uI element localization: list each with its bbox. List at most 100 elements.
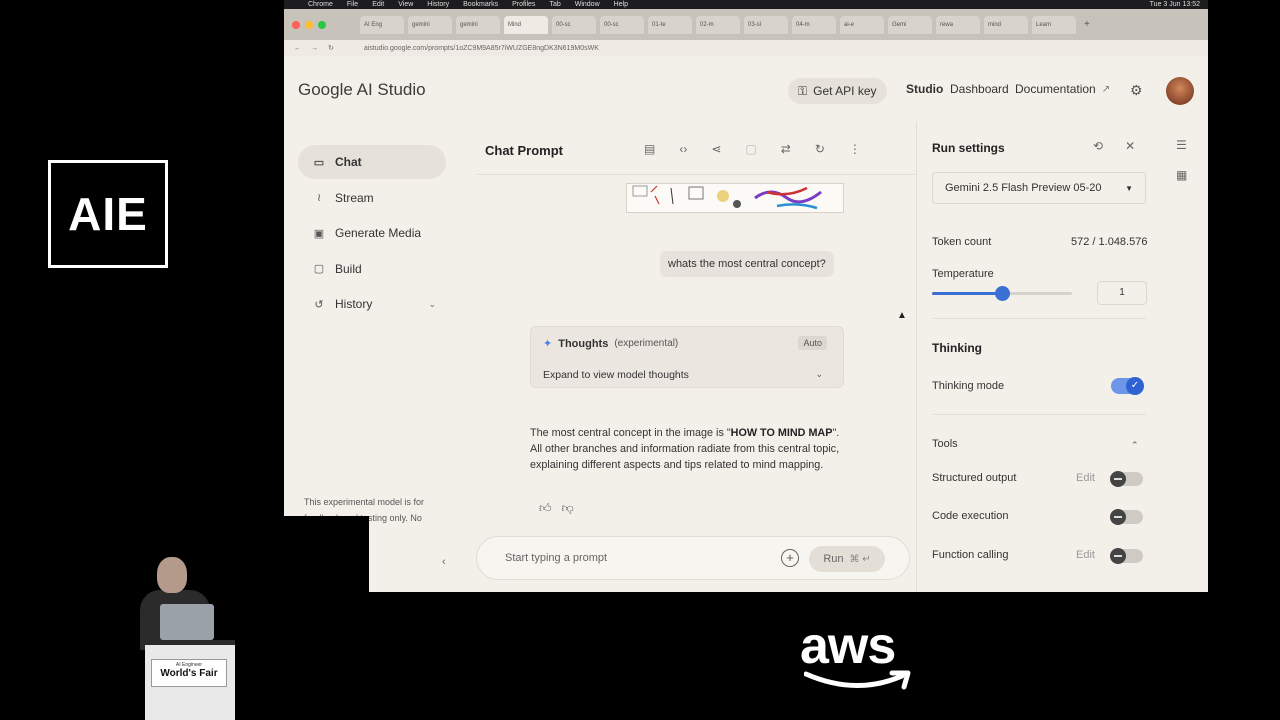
menu-tab[interactable]: Tab bbox=[549, 1, 560, 8]
run-shortcut: ⌘ ↵ bbox=[849, 553, 871, 565]
minimize-window-button[interactable] bbox=[305, 20, 313, 29]
nav-dashboard[interactable]: Dashboard bbox=[950, 82, 1009, 96]
menu-profiles[interactable]: Profiles bbox=[512, 1, 535, 8]
address-bar: ← → ↻ aistudio.google.com/prompts/1oZC9M… bbox=[284, 40, 1208, 56]
aws-logo-text: aws bbox=[800, 617, 896, 675]
chevron-up-icon[interactable]: ⌃ bbox=[1131, 440, 1139, 451]
browser-tab[interactable]: 03-sl bbox=[744, 15, 788, 34]
tools-header[interactable]: Tools bbox=[932, 438, 958, 450]
browser-tab[interactable]: 01-te bbox=[648, 15, 692, 34]
prompt-input[interactable]: Start typing a prompt bbox=[505, 552, 607, 564]
structured-output-edit-button[interactable]: Edit bbox=[1076, 472, 1095, 484]
reset-icon[interactable]: ⟲ bbox=[1093, 139, 1103, 153]
settings-header-icons: ⟲ ✕ bbox=[1093, 139, 1135, 153]
browser-tab[interactable]: 02-m bbox=[696, 15, 740, 34]
run-label: Run bbox=[823, 553, 844, 565]
get-api-key-button[interactable]: ⚿ Get API key bbox=[788, 78, 887, 104]
window-controls bbox=[292, 20, 326, 29]
external-link-icon: ↗ bbox=[1101, 83, 1111, 95]
reload-icon[interactable]: ↻ bbox=[328, 44, 334, 52]
function-calling-label: Function calling bbox=[932, 549, 1009, 561]
speaker-head bbox=[157, 557, 187, 593]
refresh-icon[interactable]: ↻ bbox=[815, 142, 825, 156]
zoom-window-button[interactable] bbox=[318, 20, 326, 29]
compare-panel-icon[interactable]: ▦ bbox=[1176, 168, 1187, 182]
nav-documentation[interactable]: Documentation ↗ bbox=[1015, 82, 1110, 96]
browser-tab[interactable]: Gemi bbox=[888, 15, 932, 34]
browser-tab[interactable]: AI Eng bbox=[360, 15, 404, 34]
model-select[interactable]: Gemini 2.5 Flash Preview 05-20 ▼ bbox=[932, 172, 1146, 204]
chevron-left-icon[interactable]: ‹ bbox=[442, 556, 446, 568]
more-options-icon[interactable]: ⋮ bbox=[849, 142, 861, 156]
structured-output-toggle[interactable] bbox=[1110, 471, 1143, 487]
feedback-buttons: 👍︎ 👎︎ bbox=[539, 501, 574, 516]
browser-tab[interactable]: gemini bbox=[408, 15, 452, 34]
browser-tab[interactable]: 00-sc bbox=[552, 15, 596, 34]
browser-tab[interactable]: rewa bbox=[936, 15, 980, 34]
temperature-input[interactable]: 1 bbox=[1097, 281, 1147, 305]
function-calling-toggle[interactable] bbox=[1110, 548, 1143, 564]
close-icon[interactable]: ✕ bbox=[1125, 139, 1135, 153]
menu-history[interactable]: History bbox=[427, 1, 449, 8]
forward-icon[interactable]: → bbox=[311, 45, 318, 52]
code-execution-toggle[interactable] bbox=[1110, 509, 1143, 525]
nav-studio[interactable]: Studio bbox=[906, 82, 943, 96]
chevron-down-icon[interactable]: ⌄ bbox=[428, 299, 436, 310]
compare-icon[interactable]: ⇄ bbox=[781, 142, 791, 156]
brand-title[interactable]: Google AI Studio bbox=[298, 80, 426, 100]
caret-down-icon: ▼ bbox=[1125, 184, 1133, 193]
sidebar-item-build[interactable]: ▢ Build bbox=[298, 252, 446, 286]
chat-icon: ▭ bbox=[313, 156, 325, 169]
menu-help[interactable]: Help bbox=[614, 1, 628, 8]
waveform-icon: ≀ bbox=[316, 192, 322, 204]
thoughts-label: Thoughts bbox=[558, 337, 609, 350]
menu-view[interactable]: View bbox=[398, 1, 413, 8]
close-window-button[interactable] bbox=[292, 20, 300, 29]
sidebar-item-chat[interactable]: ▭ Chat bbox=[298, 145, 446, 179]
menu-window[interactable]: Window bbox=[575, 1, 600, 8]
thoughts-panel[interactable]: ✦ Thoughts (experimental) Auto Expand to… bbox=[530, 326, 844, 388]
temperature-slider[interactable] bbox=[932, 286, 1072, 301]
thumbs-down-icon[interactable]: 👎︎ bbox=[562, 501, 574, 516]
mind-map-image-thumbnail[interactable] bbox=[626, 183, 844, 213]
conference-stage: AIE Chrome File Edit View History Bookma… bbox=[0, 0, 1280, 720]
run-button[interactable]: Run ⌘ ↵ bbox=[809, 546, 885, 572]
thinking-mode-toggle[interactable]: ✓ bbox=[1111, 377, 1144, 395]
avatar[interactable] bbox=[1166, 77, 1194, 105]
browser-tab[interactable]: 04-m bbox=[792, 15, 836, 34]
menu-edit[interactable]: Edit bbox=[372, 1, 384, 8]
function-calling-edit-button[interactable]: Edit bbox=[1076, 549, 1095, 561]
gear-icon[interactable]: ⚙ bbox=[1130, 82, 1143, 99]
url-field[interactable]: aistudio.google.com/prompts/1oZC9M9A85r7… bbox=[364, 45, 599, 52]
toggle-knob bbox=[1110, 548, 1126, 564]
sidebar-item-stream[interactable]: ≀ Stream bbox=[298, 181, 446, 215]
temperature-slider-handle[interactable] bbox=[995, 286, 1010, 301]
sidebar-item-history[interactable]: ↺ History ⌄ bbox=[298, 287, 446, 321]
add-media-icon[interactable]: + bbox=[781, 549, 799, 567]
logo-text: AIE bbox=[68, 188, 148, 240]
sparkle-icon: ✦ bbox=[543, 338, 553, 350]
chevron-down-icon[interactable]: ⌄ bbox=[815, 369, 823, 380]
new-tab-icon[interactable]: + bbox=[1084, 19, 1090, 30]
browser-tab[interactable]: 00-sc bbox=[600, 15, 644, 34]
back-icon[interactable]: ← bbox=[294, 45, 301, 52]
browser-tab[interactable]: Learn bbox=[1032, 15, 1076, 34]
thumbs-up-icon[interactable]: 👍︎ bbox=[539, 501, 552, 516]
divider bbox=[932, 318, 1146, 319]
menu-chrome[interactable]: Chrome bbox=[308, 1, 333, 8]
run-settings-panel: Run settings ⟲ ✕ Gemini 2.5 Flash Previe… bbox=[916, 122, 1156, 592]
browser-tab[interactable]: gemini bbox=[456, 15, 500, 34]
menu-bookmarks[interactable]: Bookmarks bbox=[463, 1, 498, 8]
clipboard-icon[interactable]: ▤ bbox=[644, 142, 655, 156]
tune-icon[interactable]: ☰ bbox=[1176, 138, 1187, 152]
save-icon[interactable]: ▢ bbox=[745, 142, 756, 156]
share-icon[interactable]: ⋖ bbox=[711, 142, 721, 156]
browser-tab[interactable]: mind bbox=[984, 15, 1028, 34]
lectern: AI Engineer World's Fair bbox=[145, 640, 235, 720]
menu-file[interactable]: File bbox=[347, 1, 358, 8]
browser-tab[interactable]: ai-e bbox=[840, 15, 884, 34]
browser-tab-active[interactable]: Mind bbox=[504, 15, 548, 34]
sidebar-item-generate-media[interactable]: ▣ Generate Media bbox=[298, 216, 446, 250]
code-icon[interactable]: ‹› bbox=[679, 142, 687, 156]
expand-thoughts-label[interactable]: Expand to view model thoughts bbox=[543, 369, 689, 381]
